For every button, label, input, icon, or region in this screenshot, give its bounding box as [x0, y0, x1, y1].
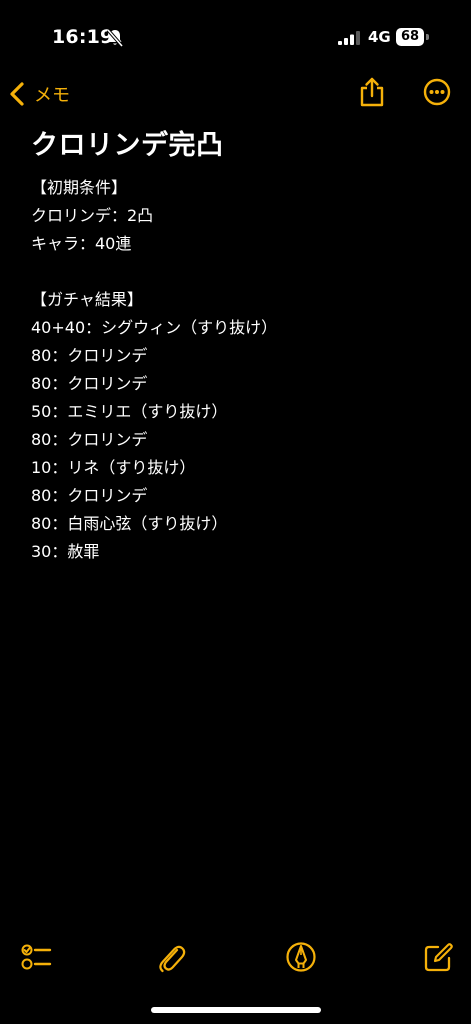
- back-button[interactable]: メモ: [8, 78, 70, 110]
- note-line: 80：クロリンデ: [31, 374, 148, 393]
- note-line: 30：赦罪: [31, 542, 100, 561]
- note-line: キャラ：40連: [31, 234, 132, 253]
- note-line: クロリンデ：2凸: [31, 206, 154, 225]
- home-indicator[interactable]: [151, 1007, 321, 1013]
- ellipsis-circle-icon[interactable]: [423, 78, 451, 106]
- note-line: 80：白雨心弦（すり抜け）: [31, 514, 228, 533]
- note-line: 10：リネ（すり抜け）: [31, 458, 196, 477]
- note-body[interactable]: クロリンデ完凸 【初期条件】 クロリンデ：2凸 キャラ：40連 【ガチャ結果】 …: [31, 126, 451, 566]
- note-title[interactable]: クロリンデ完凸: [31, 126, 451, 166]
- back-label: メモ: [34, 85, 70, 106]
- battery-level: 68: [396, 28, 424, 46]
- signal-icon: [338, 31, 360, 45]
- status-bar: 16:19 4G 68: [0, 0, 471, 64]
- nav-bar: メモ: [0, 72, 471, 116]
- markup-pen-icon[interactable]: [285, 940, 317, 974]
- network-type: 4G: [368, 28, 391, 46]
- battery-cap: [426, 34, 429, 40]
- note-line: 40+40：シグウィン（すり抜け）: [31, 318, 278, 337]
- note-line: 80：クロリンデ: [31, 486, 148, 505]
- chevron-left-icon: [10, 82, 24, 106]
- battery-icon: 68: [396, 28, 432, 48]
- paperclip-icon[interactable]: [155, 940, 187, 974]
- section-header-gacha-results: 【ガチャ結果】: [31, 290, 143, 309]
- note-line: 80：クロリンデ: [31, 346, 148, 365]
- status-time: 16:19: [52, 26, 114, 48]
- note-line: 50：エミリエ（すり抜け）: [31, 402, 228, 421]
- section-header-initial-conditions: 【初期条件】: [31, 178, 128, 197]
- bottom-toolbar: [0, 940, 471, 980]
- compose-icon[interactable]: [422, 940, 454, 974]
- bell-slash-icon: [106, 28, 124, 48]
- checklist-icon[interactable]: [20, 940, 52, 974]
- note-line: 80：クロリンデ: [31, 430, 148, 449]
- share-icon[interactable]: [358, 76, 386, 108]
